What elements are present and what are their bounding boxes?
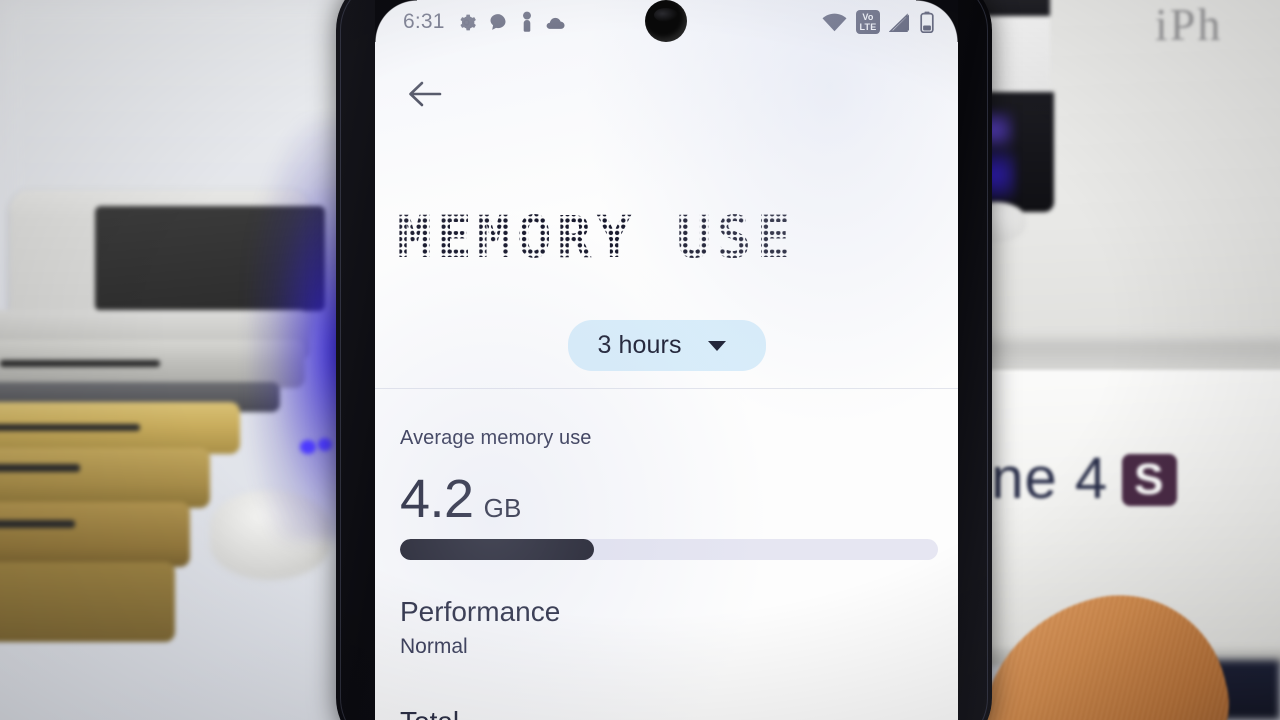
volte-top-text: Vo — [862, 12, 874, 22]
cellular-signal-icon — [889, 12, 911, 32]
time-range-label: 3 hours — [597, 331, 682, 359]
screen-corner-left — [375, 0, 417, 42]
volte-bottom-text: LTE — [859, 22, 877, 32]
blue-led-dot-2 — [318, 438, 332, 451]
stacked-phone-gold-port — [0, 424, 140, 431]
performance-label: Performance — [400, 596, 561, 627]
back-arrow-icon — [409, 81, 442, 107]
back-button[interactable] — [389, 58, 461, 130]
person-pin-icon — [519, 11, 535, 33]
memory-progress-bar — [400, 539, 938, 560]
front-camera-punch-hole — [645, 0, 687, 42]
average-memory-unit: GB — [483, 493, 522, 523]
next-section-label: Total — [400, 706, 459, 720]
cloud-icon — [546, 14, 568, 30]
gear-icon — [456, 12, 477, 33]
stacked-phone-gold-port-3 — [0, 520, 75, 528]
phone-screen: 6:31 Vo LTE 3 hours Average memory use 4… — [375, 0, 958, 720]
blue-led-dot-1 — [300, 440, 316, 454]
chevron-down-icon — [707, 340, 726, 351]
status-bar-left: 6:31 — [403, 10, 568, 34]
screenshot-root: iPh one 4S 6:31 Vo LTE 3 hours Average m… — [0, 0, 1280, 720]
stacked-phone-gold-port-2 — [0, 464, 80, 472]
stacked-phone-gold-3 — [0, 502, 190, 567]
screen-corner-right — [916, 0, 958, 42]
stacked-phone-gold-1 — [0, 402, 240, 454]
memory-progress-fill — [400, 539, 594, 560]
apple-logo-embossed: iPh — [1155, 0, 1223, 50]
section-divider — [375, 388, 958, 389]
wifi-icon — [822, 13, 847, 32]
product-box-s-badge: S — [1122, 454, 1177, 506]
average-memory-value: 4.2 GB — [400, 472, 940, 526]
time-range-row: 3 hours — [375, 320, 958, 371]
stacked-phone-gold-2 — [0, 448, 210, 508]
average-memory-number: 4.2 — [400, 469, 474, 529]
time-range-dropdown[interactable]: 3 hours — [567, 320, 766, 371]
volte-icon: Vo LTE — [856, 10, 880, 34]
average-memory-label: Average memory use — [400, 427, 592, 449]
page-title: MEMORY USE MEMORY USE — [397, 205, 927, 275]
stacked-phone-gold-4 — [0, 562, 175, 642]
chat-bubble-icon — [488, 12, 508, 32]
page-title-dotmatrix: MEMORY USE — [397, 205, 927, 275]
performance-value: Normal — [400, 635, 468, 658]
stacked-phone-port — [0, 360, 160, 367]
